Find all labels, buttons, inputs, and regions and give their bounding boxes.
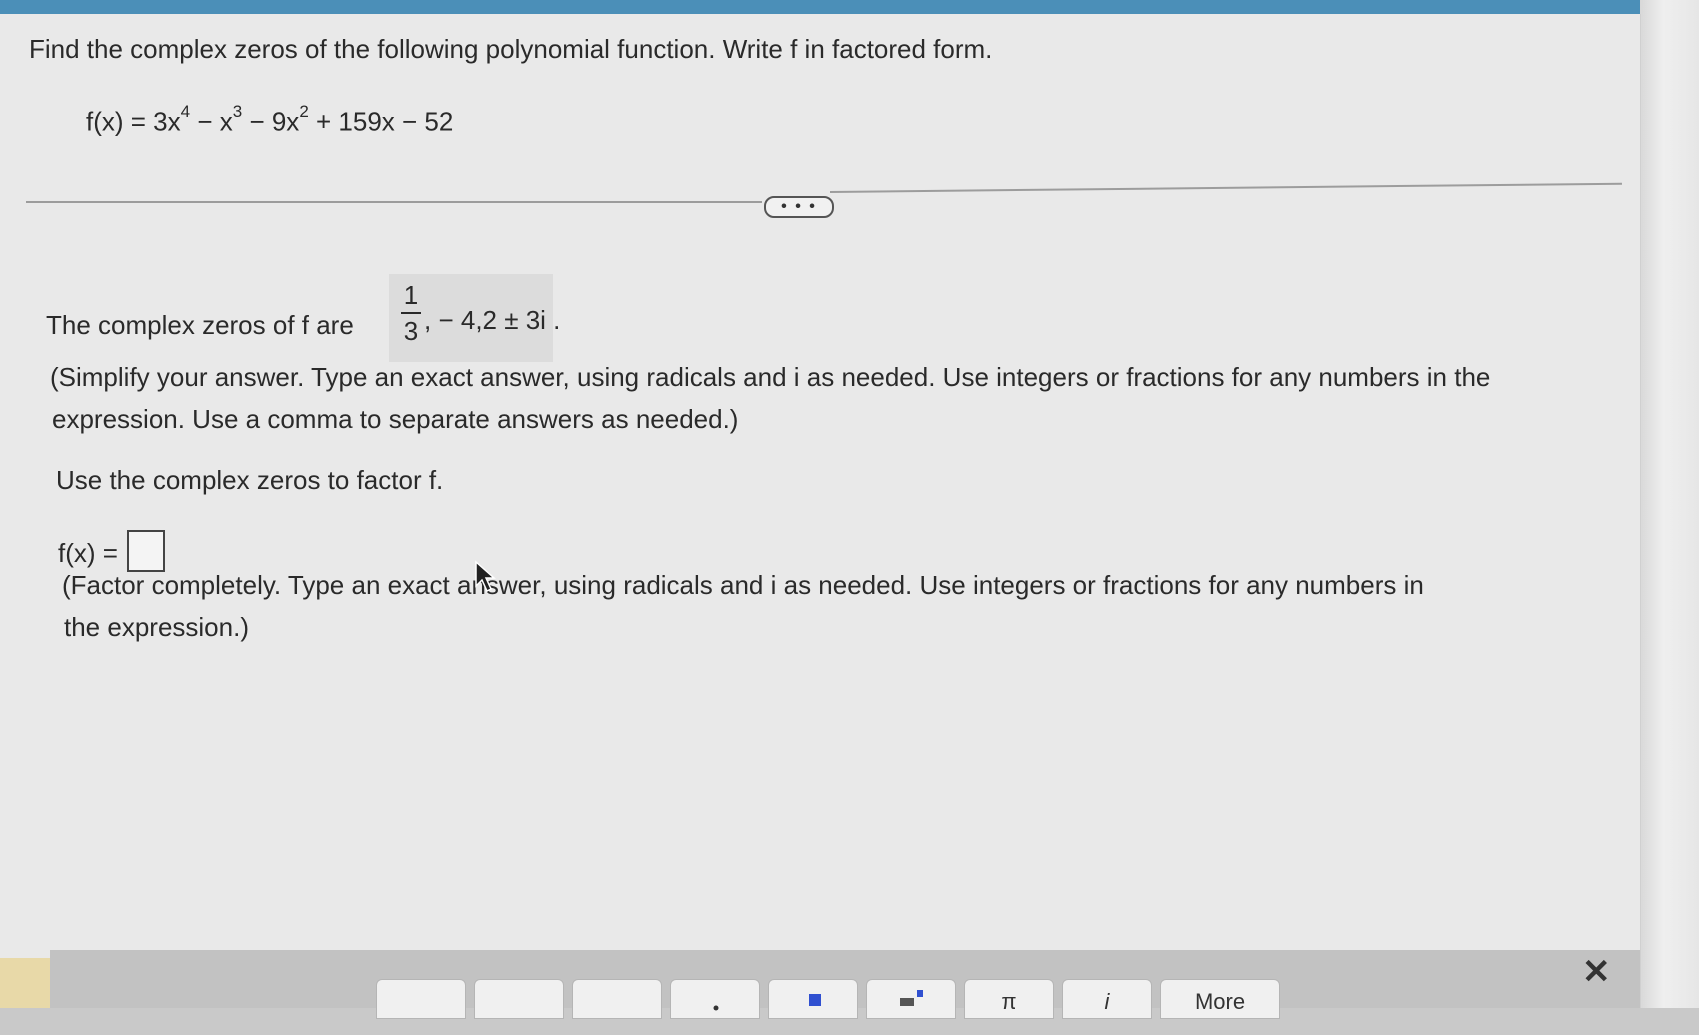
question-panel [0,14,1641,1008]
toolbar-decimal-button[interactable] [670,979,760,1019]
function-term: − 9x [242,106,300,137]
toolbar-square-button[interactable] [768,979,858,1019]
square-template-icon [809,994,821,1006]
zeros-label: The complex zeros of f are [46,310,354,340]
mouse-cursor-icon [475,560,496,593]
toolbar-mixed-number-button[interactable] [474,979,564,1019]
toolbar-fraction-button[interactable] [376,979,466,1019]
exponent: 4 [180,102,191,121]
fraction-bar [401,312,421,314]
left-accent [0,958,50,1008]
factor-instructions-line2: the expression.) [64,612,249,642]
toolbar-pi-button[interactable]: π [964,979,1054,1019]
toolbar-more-button[interactable]: More [1160,979,1280,1019]
polynomial-function: f(x) = 3x4 − x3 − 9x2 + 159x − 52 [86,102,454,138]
function-term: − x [190,106,233,137]
exponent: 3 [232,102,243,121]
exponent-template-icon [900,990,923,1006]
factor-fx-label: f(x) = [58,538,118,568]
toolbar-i-button[interactable]: i [1062,979,1152,1019]
close-toolbar-icon[interactable]: ✕ [1582,952,1611,992]
fraction-denominator: 3 [403,316,419,346]
zeros-answer-rest: , − 4,2 ± 3i . [424,305,561,335]
factor-instructions-line1: (Factor completely. Type an exact answer… [62,570,1424,600]
toolbar-exponent-button[interactable] [866,979,956,1019]
zeros-instructions-line2: expression. Use a comma to separate answ… [52,404,739,434]
fraction-one-third: 1 3 [401,280,421,346]
decimal-point-icon [713,1005,719,1011]
exponent: 2 [299,102,309,121]
factor-prompt: Use the complex zeros to factor f. [56,465,444,495]
section-divider [26,201,762,203]
fraction-numerator: 1 [403,280,419,310]
question-prompt: Find the complex zeros of the following … [29,34,993,64]
toolbar-absolute-value-button[interactable] [572,979,662,1019]
expand-more-button[interactable]: • • • [764,196,834,218]
top-bar [0,0,1650,14]
factor-answer-input[interactable] [127,530,165,572]
zeros-instructions-line1: (Simplify your answer. Type an exact ans… [50,362,1491,392]
background-edge [1640,0,1699,1008]
function-term: f(x) = 3x [86,106,181,137]
function-term: + 159x − 52 [308,106,454,137]
